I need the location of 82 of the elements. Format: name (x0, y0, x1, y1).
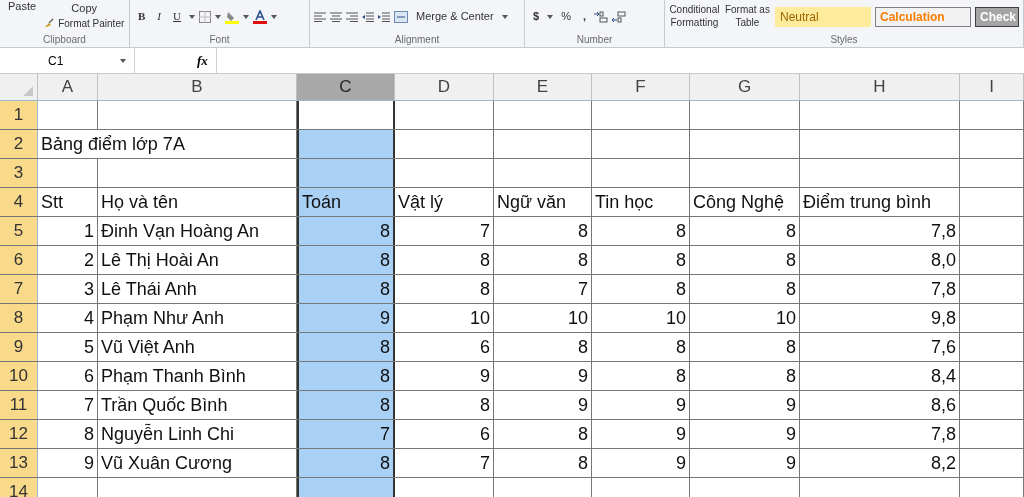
align-icon[interactable] (330, 11, 342, 22)
table-cell[interactable]: 8 (297, 449, 395, 477)
row-header[interactable]: 6 (0, 246, 38, 274)
column-title-cell[interactable]: Toán (297, 188, 395, 216)
copy-button[interactable]: Copy (44, 2, 125, 16)
row-header[interactable]: 13 (0, 449, 38, 477)
fill-color-icon (224, 9, 239, 24)
column-header[interactable]: H (800, 74, 960, 100)
column-header[interactable]: F (592, 74, 690, 100)
column-title-cell[interactable]: Stt (38, 188, 98, 216)
insert-function-label[interactable]: fx (197, 50, 208, 71)
paste-button[interactable]: Paste (4, 0, 41, 14)
row-header[interactable]: 4 (0, 188, 38, 216)
decrease-decimal-icon[interactable] (611, 10, 626, 23)
underline-button[interactable]: U (169, 9, 185, 24)
column-title-cell[interactable]: Tin học (592, 188, 690, 216)
column-header[interactable]: G (690, 74, 800, 100)
conditional-formatting-button[interactable]: Conditional Formatting (669, 4, 720, 29)
borders-icon (198, 10, 211, 23)
caret-icon (547, 14, 554, 19)
italic-button[interactable]: I (153, 9, 165, 24)
table-cell[interactable]: 9 (297, 304, 395, 332)
table-cell[interactable]: Trần Quốc Bình (98, 391, 297, 419)
caret-icon (501, 14, 508, 19)
column-header[interactable]: D (395, 74, 494, 100)
active-cell[interactable] (297, 101, 395, 129)
row-header[interactable]: 7 (0, 275, 38, 303)
table-cell[interactable]: Vũ Việt Anh (98, 333, 297, 361)
column-header[interactable]: E (494, 74, 592, 100)
column-header[interactable]: C (297, 74, 395, 100)
merge-icon (394, 10, 408, 23)
ribbon-group-label: Clipboard (42, 33, 87, 47)
brush-icon (44, 18, 55, 29)
ribbon-group-label: Font (208, 33, 231, 47)
column-title-cell[interactable]: Vật lý (395, 188, 494, 216)
currency-button[interactable]: $ (529, 9, 544, 24)
row-header[interactable]: 14 (0, 478, 38, 497)
row-header[interactable]: 11 (0, 391, 38, 419)
row-header[interactable]: 12 (0, 420, 38, 448)
caret-icon (120, 58, 126, 63)
table-cell[interactable]: Vũ Xuân Cương (98, 449, 297, 477)
column-header[interactable]: I (960, 74, 1024, 100)
ribbon-group-label: Styles (829, 33, 859, 47)
bold-button[interactable]: B (134, 9, 150, 24)
table-cell[interactable]: 7 (297, 420, 395, 448)
column-title-cell[interactable]: Điểm trung bình (800, 188, 960, 216)
caret-icon (242, 14, 249, 19)
comma-button[interactable]: , (578, 9, 590, 24)
table-cell[interactable]: Đinh Vạn Hoàng An (98, 217, 297, 245)
row-header[interactable]: 2 (0, 130, 38, 158)
caret-icon (214, 14, 221, 19)
row-header[interactable]: 9 (0, 333, 38, 361)
table-cell[interactable]: 8 (297, 391, 395, 419)
column-header[interactable]: A (38, 74, 98, 100)
format-as-table-button[interactable]: Format as Table (723, 4, 771, 29)
row-header[interactable]: 3 (0, 159, 38, 187)
table-cell[interactable]: 8 (297, 362, 395, 390)
align-icon[interactable] (314, 11, 326, 22)
ribbon-group-label: Number (575, 33, 614, 47)
name-box[interactable]: C1 (0, 48, 135, 73)
ribbon-group-label: Alignment (393, 33, 441, 47)
font-color-icon (252, 9, 267, 24)
indent-icon[interactable] (362, 11, 374, 22)
row-header[interactable]: 10 (0, 362, 38, 390)
table-cell[interactable]: 8 (297, 333, 395, 361)
merge-center-button[interactable]: Merge & Center (412, 9, 498, 24)
indent-icon[interactable] (378, 11, 390, 22)
column-title-cell[interactable]: Công Nghệ (690, 188, 800, 216)
corner-triangle-icon (23, 86, 33, 96)
increase-decimal-icon[interactable] (593, 10, 608, 23)
table-cell[interactable]: 8 (297, 275, 395, 303)
table-cell[interactable]: 8 (297, 217, 395, 245)
row-header[interactable]: 8 (0, 304, 38, 332)
caret-icon (188, 14, 195, 19)
percent-button[interactable]: % (557, 9, 575, 24)
align-icon[interactable] (346, 11, 358, 22)
row-header[interactable]: 1 (0, 101, 38, 129)
format-painter-button[interactable]: Format Painter (44, 15, 125, 31)
caret-icon (270, 14, 277, 19)
table-cell[interactable]: 8 (297, 246, 395, 274)
row-header[interactable]: 5 (0, 217, 38, 245)
cell-style-swatch[interactable]: Neutral (775, 6, 871, 27)
